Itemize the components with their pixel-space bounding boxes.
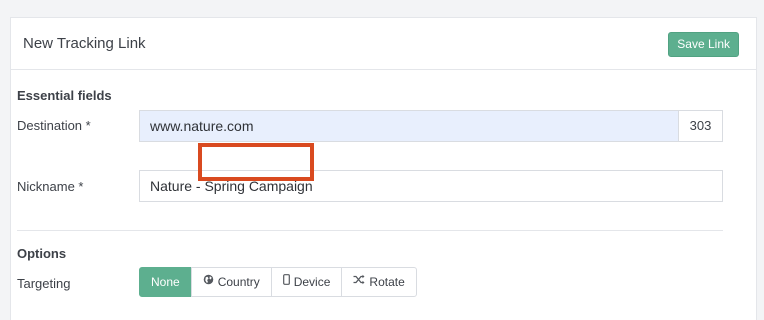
- panel-title: New Tracking Link: [23, 35, 146, 52]
- highlight-box: [198, 143, 314, 181]
- targeting-rotate-button[interactable]: Rotate: [341, 267, 417, 297]
- save-link-button[interactable]: Save Link: [668, 32, 739, 57]
- options-heading: Options: [17, 246, 67, 261]
- mobile-icon: [282, 268, 290, 296]
- essential-fields-heading: Essential fields: [17, 88, 112, 103]
- targeting-country-button[interactable]: Country: [190, 267, 272, 297]
- targeting-device-button[interactable]: Device: [270, 267, 343, 297]
- targeting-none-label: None: [151, 275, 180, 289]
- targeting-button-group: None Country Device Rotate: [139, 267, 417, 297]
- destination-addon: 303: [678, 110, 723, 142]
- targeting-none-button[interactable]: None: [139, 267, 192, 297]
- targeting-country-label: Country: [217, 275, 260, 289]
- globe-icon: [203, 268, 214, 296]
- section-divider: [17, 230, 723, 231]
- nickname-label: Nickname *: [17, 179, 84, 194]
- shuffle-icon: [353, 268, 365, 296]
- destination-label: Destination *: [17, 118, 91, 133]
- targeting-device-label: Device: [293, 275, 331, 289]
- destination-input[interactable]: www.nature.com: [139, 110, 678, 142]
- panel-header: New Tracking Link Save Link: [11, 18, 756, 70]
- targeting-rotate-label: Rotate: [369, 275, 405, 289]
- destination-input-group: www.nature.com 303: [139, 110, 723, 142]
- targeting-label: Targeting: [17, 276, 71, 291]
